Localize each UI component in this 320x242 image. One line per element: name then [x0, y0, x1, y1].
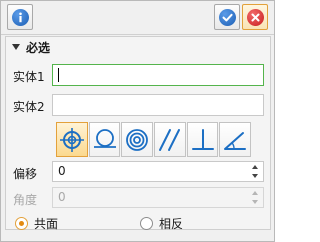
tangent-tool[interactable] [88, 122, 121, 157]
group-header[interactable]: 必选 [6, 37, 270, 57]
required-group: 必选 实体1 实体2 偏移 0 角度 0 [5, 36, 271, 230]
entity1-field[interactable] [52, 64, 264, 86]
opposite-label: 相反 [159, 217, 184, 231]
coplanar-option[interactable]: 共面 [15, 215, 58, 232]
info-button[interactable] [7, 4, 33, 30]
toolbar-divider [1, 34, 274, 35]
angle-icon [224, 131, 247, 150]
coaxial-tool[interactable] [121, 122, 154, 157]
group-title: 必选 [26, 40, 51, 55]
entity2-label: 实体2 [13, 100, 45, 114]
offset-spin-arrows[interactable] [252, 165, 260, 179]
offset-spinbox[interactable]: 0 [52, 161, 264, 182]
spin-up-icon[interactable] [252, 165, 258, 169]
info-icon [11, 8, 29, 26]
perpendicular-tool[interactable] [186, 122, 219, 157]
toolbar [1, 1, 274, 34]
angle-tool[interactable] [219, 122, 252, 157]
coplanar-label: 共面 [34, 217, 59, 231]
opposite-radio[interactable] [140, 217, 153, 230]
coaxial-rings-icon [126, 128, 149, 151]
ok-button[interactable] [214, 4, 240, 30]
angle-spin-arrows [252, 191, 260, 205]
spin-down-icon [252, 200, 258, 204]
constraint-toolbar [56, 122, 252, 157]
parallel-lines-icon [158, 128, 180, 151]
angle-value: 0 [58, 190, 66, 204]
angle-spinbox: 0 [52, 187, 264, 208]
spin-up-icon [252, 191, 258, 195]
spin-down-icon[interactable] [252, 174, 258, 178]
opposite-option[interactable]: 相反 [140, 215, 183, 232]
coplanar-radio[interactable] [15, 217, 28, 230]
offset-label: 偏移 [13, 167, 38, 181]
angle-label: 角度 [13, 193, 38, 207]
tangent-circle-icon [93, 128, 116, 148]
cancel-button[interactable] [242, 4, 268, 30]
check-circle-icon [218, 8, 236, 26]
offset-value: 0 [58, 164, 66, 178]
entity1-label: 实体1 [13, 70, 45, 84]
crosshair-circle-icon [59, 127, 84, 152]
text-caret [58, 68, 59, 82]
entity2-field[interactable] [52, 94, 264, 116]
perpendicular-icon [191, 128, 214, 150]
close-circle-icon [246, 8, 264, 26]
concentric-tool[interactable] [56, 122, 88, 157]
collapse-triangle-icon[interactable] [12, 44, 20, 50]
parallel-tool[interactable] [154, 122, 186, 157]
assembly-constraint-dialog: 必选 实体1 实体2 偏移 0 角度 0 共面 相反 [0, 0, 275, 242]
